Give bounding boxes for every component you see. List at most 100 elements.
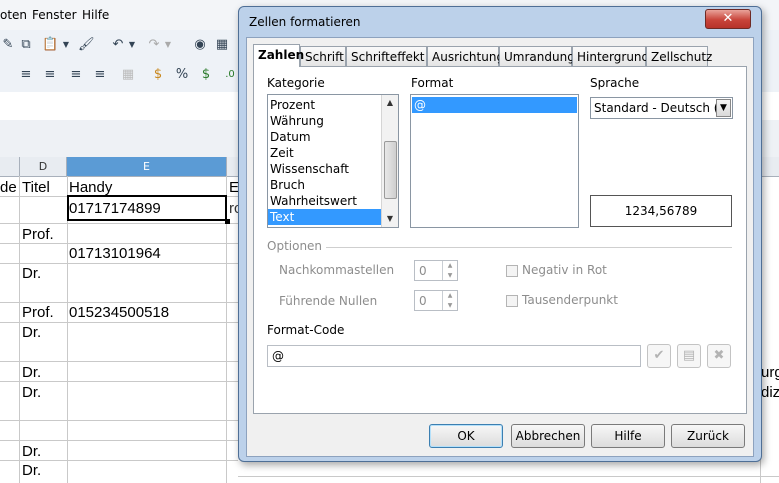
scroll-down-icon[interactable]: ▼ bbox=[382, 211, 398, 227]
sprache-label: Sprache bbox=[590, 76, 640, 90]
clone-formatting-icon[interactable]: 🖌 bbox=[78, 37, 95, 53]
cell-d-row8[interactable]: Dr. bbox=[22, 384, 41, 402]
menu-item-extras[interactable]: oten bbox=[0, 8, 27, 22]
align-center-icon[interactable]: ≡ bbox=[42, 67, 58, 83]
fuehrende-nullen-label: Führende Nullen bbox=[279, 294, 378, 308]
cell-d-row9[interactable]: Dr. bbox=[22, 443, 41, 461]
format-code-label: Format-Code bbox=[267, 323, 345, 337]
cell-right-partial-2[interactable]: dizi bbox=[761, 384, 779, 402]
stepper-buttons[interactable]: ▲ ▼ bbox=[442, 291, 457, 310]
scroll-up-icon[interactable]: ▲ bbox=[382, 95, 398, 111]
delete-code-button[interactable]: ✖ bbox=[707, 344, 731, 368]
stepper-buttons[interactable]: ▲ ▼ bbox=[442, 261, 457, 280]
tab-schrift[interactable]: Schrift bbox=[300, 46, 346, 66]
align-right-icon[interactable]: ≡ bbox=[68, 67, 84, 83]
grid-line bbox=[0, 440, 238, 441]
cell-d-row4[interactable]: Dr. bbox=[22, 265, 41, 283]
cell-d-row7[interactable]: Dr. bbox=[22, 364, 41, 382]
chevron-up-icon[interactable]: ▲ bbox=[443, 261, 457, 271]
chevron-down-icon[interactable]: ▼ bbox=[62, 37, 70, 53]
column-header-c[interactable] bbox=[0, 157, 20, 176]
brush-icon[interactable]: ✎ bbox=[0, 37, 16, 53]
ok-button[interactable]: OK bbox=[429, 424, 503, 448]
dialog-title: Zellen formatieren bbox=[249, 15, 361, 29]
close-button[interactable]: ✕ bbox=[705, 9, 751, 29]
chevron-down-icon[interactable]: ▼ bbox=[443, 271, 457, 281]
paste-icon[interactable]: 📋 bbox=[42, 37, 58, 53]
kategorie-listbox[interactable]: Prozent Währung Datum Zeit Wissenschaft … bbox=[267, 94, 399, 228]
standard-format-icon[interactable]: $ bbox=[198, 67, 214, 83]
column-header-e[interactable]: E bbox=[67, 157, 227, 176]
accept-code-button[interactable]: ✔ bbox=[647, 344, 671, 368]
tab-ausrichtung[interactable]: Ausrichtung bbox=[427, 46, 504, 66]
list-item[interactable]: Datum bbox=[270, 129, 311, 145]
tab-schrifteffekt[interactable]: Schrifteffekt bbox=[346, 46, 427, 66]
menu-item-hilfe[interactable]: Hilfe bbox=[82, 8, 109, 22]
cell-f-row1-partial[interactable]: rc bbox=[229, 200, 238, 218]
chevron-down-icon[interactable]: ▼ bbox=[443, 301, 457, 311]
format-code-value: @ bbox=[272, 349, 284, 363]
redo-icon[interactable]: ↷ bbox=[146, 37, 162, 53]
cell-d-row2[interactable]: Prof. bbox=[22, 226, 54, 244]
chevron-down-icon[interactable]: ▼ bbox=[164, 37, 172, 53]
list-item[interactable]: Währung bbox=[270, 113, 324, 129]
tab-zellschutz[interactable]: Zellschutz bbox=[646, 46, 712, 66]
list-item[interactable]: Zeit bbox=[270, 145, 294, 161]
justify-icon[interactable]: ≡ bbox=[92, 67, 108, 83]
gallery-icon[interactable]: ▦ bbox=[214, 37, 230, 53]
cell-e-row5[interactable]: 015234500518 bbox=[69, 304, 169, 322]
chevron-down-icon[interactable]: ▼ bbox=[716, 99, 731, 117]
cell-right-partial-1[interactable]: urg bbox=[761, 364, 779, 382]
edit-comment-button[interactable]: ▤ bbox=[677, 344, 701, 368]
abbrechen-button[interactable]: Abbrechen bbox=[511, 424, 585, 448]
zurueck-button[interactable]: Zurück bbox=[671, 424, 745, 448]
grid-line bbox=[238, 476, 779, 477]
percent-format-icon[interactable]: % bbox=[174, 67, 190, 83]
cell-d-row6[interactable]: Dr. bbox=[22, 324, 41, 342]
hilfe-button[interactable]: Hilfe bbox=[591, 424, 665, 448]
list-item-selected[interactable]: Text bbox=[268, 209, 382, 225]
kategorie-label: Kategorie bbox=[267, 76, 325, 90]
fill-handle[interactable] bbox=[225, 219, 230, 224]
cell-c1-partial[interactable]: de bbox=[0, 179, 19, 197]
cell-d-row5[interactable]: Prof. bbox=[22, 304, 54, 322]
menu-item-fenster[interactable]: Fenster bbox=[32, 8, 77, 22]
cell-f-header-partial[interactable]: E bbox=[229, 179, 238, 197]
grid-line bbox=[0, 420, 238, 421]
add-decimal-icon[interactable]: .0 bbox=[222, 67, 238, 83]
currency-format-icon[interactable]: $ bbox=[150, 67, 166, 83]
sprache-select[interactable]: Standard - Deutsch (De ▼ bbox=[590, 97, 733, 119]
selected-cell-cursor bbox=[67, 195, 227, 221]
tausenderpunkt-checkbox[interactable] bbox=[506, 295, 518, 307]
list-item[interactable]: Wahrheitswert bbox=[270, 193, 357, 209]
list-item[interactable]: Prozent bbox=[270, 97, 315, 113]
format-code-input[interactable]: @ bbox=[267, 345, 641, 367]
column-header-d[interactable]: D bbox=[20, 157, 67, 176]
format-listbox[interactable]: @ bbox=[410, 94, 579, 228]
scroll-thumb[interactable] bbox=[384, 141, 397, 199]
tausenderpunkt-label: Tausenderpunkt bbox=[522, 293, 618, 307]
list-item-selected[interactable]: @ bbox=[412, 97, 577, 113]
chevron-up-icon[interactable]: ▲ bbox=[443, 291, 457, 301]
merge-cells-icon[interactable]: ▦ bbox=[120, 67, 136, 83]
undo-icon[interactable]: ↶ bbox=[110, 37, 126, 53]
align-left-icon[interactable]: ≡ bbox=[18, 67, 34, 83]
kategorie-scrollbar[interactable]: ▲ ▼ bbox=[381, 95, 398, 227]
tab-zahlen[interactable]: Zahlen bbox=[253, 44, 304, 67]
nachkommastellen-stepper[interactable]: 0 ▲ ▼ bbox=[414, 260, 458, 281]
cell-d-header[interactable]: Titel bbox=[22, 179, 50, 197]
fuehrende-nullen-stepper[interactable]: 0 ▲ ▼ bbox=[414, 290, 458, 311]
tab-hintergrund[interactable]: Hintergrund bbox=[572, 46, 649, 66]
navigator-icon[interactable]: ◉ bbox=[192, 37, 208, 53]
list-item[interactable]: Wissenschaft bbox=[270, 161, 349, 177]
delete-icon: ✖ bbox=[713, 348, 725, 363]
cell-d-row10[interactable]: Dr. bbox=[22, 462, 41, 480]
grid-line bbox=[0, 263, 238, 264]
grid-line bbox=[0, 322, 238, 323]
chevron-down-icon[interactable]: ▼ bbox=[128, 37, 136, 53]
tab-umrandung[interactable]: Umrandung bbox=[499, 46, 575, 66]
negativ-rot-checkbox[interactable] bbox=[506, 265, 518, 277]
list-item[interactable]: Bruch bbox=[270, 177, 305, 193]
cell-e-row3[interactable]: 01713101964 bbox=[69, 245, 161, 263]
copy-icon[interactable]: ⧉ bbox=[18, 37, 34, 53]
